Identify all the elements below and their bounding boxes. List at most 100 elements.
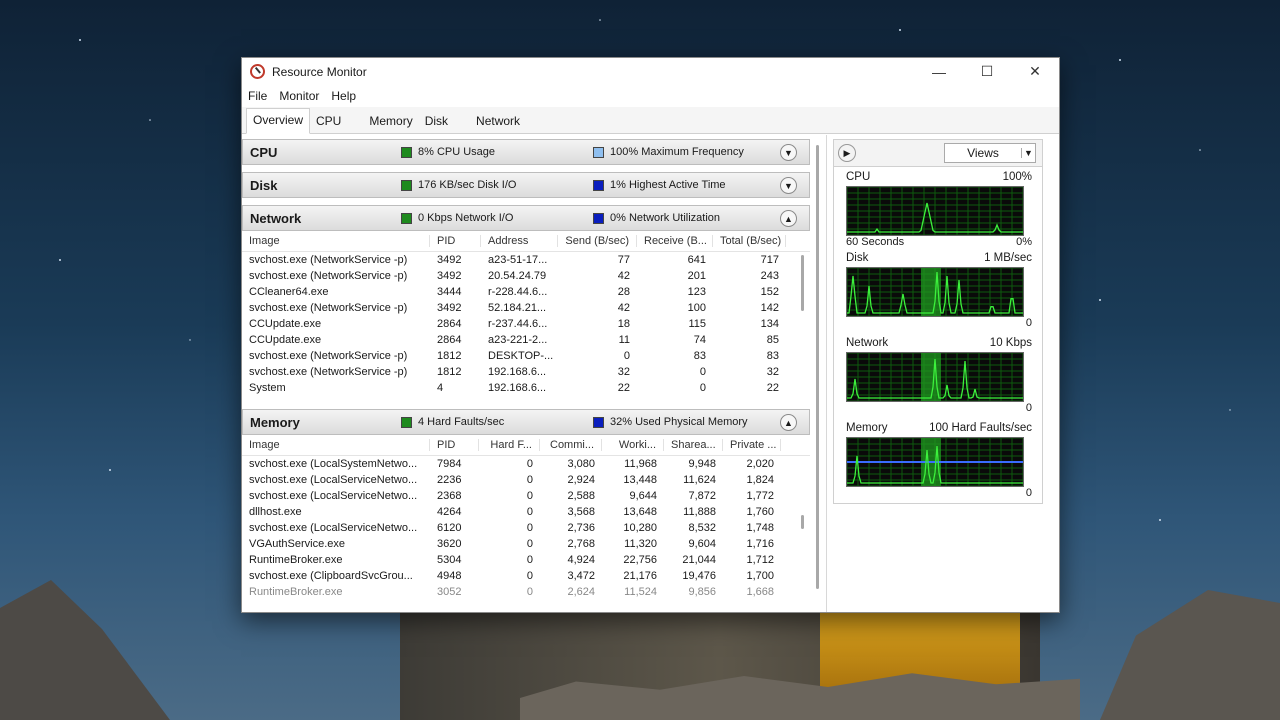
column-header[interactable]: Receive (B...	[637, 235, 713, 247]
table-cell: 2,736	[567, 522, 595, 534]
hard-faults-color-icon	[401, 416, 412, 428]
table-cell: 2,588	[567, 490, 595, 502]
table-cell: 11,968	[624, 458, 657, 470]
close-button[interactable]: ✕	[1011, 58, 1059, 85]
tab-overview[interactable]: Overview	[246, 108, 311, 134]
cpu-frequency-stat: 100% Maximum Frequency	[610, 146, 744, 158]
memory-graph-min: 0	[1025, 487, 1032, 499]
memory-table-scrollbar[interactable]	[801, 515, 804, 529]
title-bar[interactable]: Resource Monitor — ☐ ✕	[242, 58, 1059, 85]
overview-scrollbar-thumb[interactable]	[816, 145, 819, 589]
table-row[interactable]: CCUpdate.exe 2864 r-237.44.6... 18 115 134	[242, 316, 810, 332]
hard-faults-stat: 4 Hard Faults/sec	[418, 416, 505, 428]
table-row[interactable]: svchost.exe (LocalServiceNetwo... 2368 0 2,…	[242, 488, 810, 504]
table-cell: 2864	[437, 334, 462, 346]
tab-disk[interactable]: Disk	[421, 110, 456, 133]
column-header[interactable]: Image	[242, 439, 430, 451]
maximize-button[interactable]: ☐	[963, 58, 1011, 85]
column-header[interactable]: Send (B/sec)	[558, 235, 637, 247]
cpu-expand-chevron-down-icon[interactable]: ▼	[780, 144, 797, 161]
table-cell: 3492	[437, 270, 462, 282]
column-header[interactable]: Sharea...	[664, 439, 723, 451]
table-cell: svchost.exe (LocalSystemNetwo...	[249, 458, 418, 470]
cpu-section-header[interactable]: CPU 8% CPU Usage 100% Maximum Frequency …	[242, 139, 810, 165]
tab-memory[interactable]: Memory	[365, 110, 420, 133]
graphs-container: CPU 100% 60 Seconds 0% Disk 1 MB/sec 0 N…	[833, 167, 1043, 504]
network-graph-title: Network	[846, 337, 889, 349]
table-row[interactable]: VGAuthService.exe 3620 0 2,768 11,320 9,604 1,…	[242, 536, 810, 552]
minimize-button[interactable]: —	[915, 58, 963, 85]
memory-section-title: Memory	[250, 414, 300, 430]
network-section-title: Network	[250, 210, 302, 226]
cpu-graph-label: CPU 100%	[846, 171, 1032, 185]
table-cell: 1,716	[746, 538, 774, 550]
table-cell: svchost.exe (NetworkService -p)	[249, 270, 408, 282]
column-header[interactable]: Total (B/sec)	[713, 235, 786, 247]
table-cell: 3492	[437, 254, 462, 266]
table-cell: 7,872	[688, 490, 716, 502]
overview-sections: CPU 8% CPU Usage 100% Maximum Frequency …	[242, 135, 810, 612]
table-row[interactable]: svchost.exe (NetworkService -p) 1812 DESKT…	[242, 348, 810, 364]
memory-collapse-chevron-up-icon[interactable]: ▲	[780, 414, 797, 431]
table-cell: 100	[687, 302, 706, 314]
cpu-graph-footer: 60 Seconds 0%	[846, 236, 1032, 250]
table-cell: 192.168.6...	[488, 382, 547, 394]
tab-network[interactable]: Network	[472, 110, 528, 133]
table-row[interactable]: svchost.exe (ClipboardSvcGrou... 4948 0 3,4…	[242, 568, 810, 584]
table-row[interactable]: svchost.exe (NetworkService -p) 3492 a23-5…	[242, 252, 810, 268]
table-row[interactable]: svchost.exe (NetworkService -p) 1812 192.1…	[242, 364, 810, 380]
table-row[interactable]: svchost.exe (LocalServiceNetwo... 6120 0 2,…	[242, 520, 810, 536]
disk-io-stat: 176 KB/sec Disk I/O	[418, 179, 517, 191]
collapse-pane-chevron-right-icon[interactable]: ▶	[838, 144, 856, 162]
table-cell: 22,756	[623, 554, 657, 566]
table-row[interactable]: CCUpdate.exe 2864 a23-221-2... 11 74 85	[242, 332, 810, 348]
table-row[interactable]: CCleaner64.exe 3444 r-228.44.6... 28 123 152	[242, 284, 810, 300]
table-cell: 134	[760, 318, 779, 330]
overview-scrollbar[interactable]	[814, 145, 822, 605]
tab-cpu[interactable]: CPU	[312, 110, 349, 133]
table-row[interactable]: RuntimeBroker.exe 3052 0 2,624 11,524 9,856 1,…	[242, 584, 810, 600]
cpu-section-title: CPU	[250, 144, 278, 160]
column-header[interactable]: Worki...	[602, 439, 664, 451]
table-cell: 1,712	[746, 554, 774, 566]
views-dropdown-arrow-icon[interactable]: ▼	[1021, 148, 1035, 158]
pane-splitter[interactable]	[826, 135, 827, 612]
column-header[interactable]: Hard F...	[479, 439, 540, 451]
disk-section-header[interactable]: Disk 176 KB/sec Disk I/O 1% Highest Acti…	[242, 172, 810, 198]
cpu-graph-title: CPU	[846, 171, 871, 183]
column-header[interactable]: PID	[430, 439, 479, 451]
table-cell: 11	[618, 334, 630, 346]
network-table-scrollbar[interactable]	[801, 255, 804, 311]
table-row[interactable]: svchost.exe (LocalSystemNetwo... 7984 0 3,0…	[242, 456, 810, 472]
views-dropdown[interactable]: Views ▼	[944, 143, 1036, 163]
network-table: Image PID Address Send (B/sec) Receive (B...…	[242, 231, 810, 407]
column-header[interactable]: Image	[242, 235, 430, 247]
table-row[interactable]: svchost.exe (NetworkService -p) 3492 52.18…	[242, 300, 810, 316]
memory-table: Image PID Hard F... Commi... Worki... Sharea.…	[242, 435, 810, 612]
menu-file[interactable]: File	[248, 89, 273, 103]
column-header[interactable]: Private ...	[723, 439, 781, 451]
table-row[interactable]: dllhost.exe 4264 0 3,568 13,648 11,888 1,760	[242, 504, 810, 520]
column-header[interactable]: Commi...	[540, 439, 602, 451]
column-header[interactable]: PID	[430, 235, 481, 247]
table-row[interactable]: svchost.exe (NetworkService -p) 3492 20.54…	[242, 268, 810, 284]
disk-expand-chevron-down-icon[interactable]: ▼	[780, 177, 797, 194]
network-section-header[interactable]: Network 0 Kbps Network I/O 0% Network Ut…	[242, 205, 810, 231]
table-cell: 11,624	[683, 474, 716, 486]
table-cell: 0	[526, 586, 533, 598]
column-header[interactable]: Address	[481, 235, 558, 247]
table-cell: 9,604	[688, 538, 716, 550]
physical-memory-stat: 32% Used Physical Memory	[610, 416, 748, 428]
table-row[interactable]: RuntimeBroker.exe 5304 0 4,924 22,756 21,044 1…	[242, 552, 810, 568]
views-label: Views	[967, 146, 999, 160]
table-cell: 201	[687, 270, 706, 282]
network-collapse-chevron-up-icon[interactable]: ▲	[780, 210, 797, 227]
table-row[interactable]: System 4 192.168.6... 22 0 22	[242, 380, 810, 396]
table-row[interactable]: svchost.exe (LocalServiceNetwo... 2236 0 2,…	[242, 472, 810, 488]
memory-section-header[interactable]: Memory 4 Hard Faults/sec 32% Used Physic…	[242, 409, 810, 435]
menu-help[interactable]: Help	[331, 89, 362, 103]
table-cell: 83	[693, 350, 706, 362]
table-cell: 6120	[437, 522, 462, 534]
table-cell: 19,476	[682, 570, 716, 582]
menu-monitor[interactable]: Monitor	[279, 89, 325, 103]
